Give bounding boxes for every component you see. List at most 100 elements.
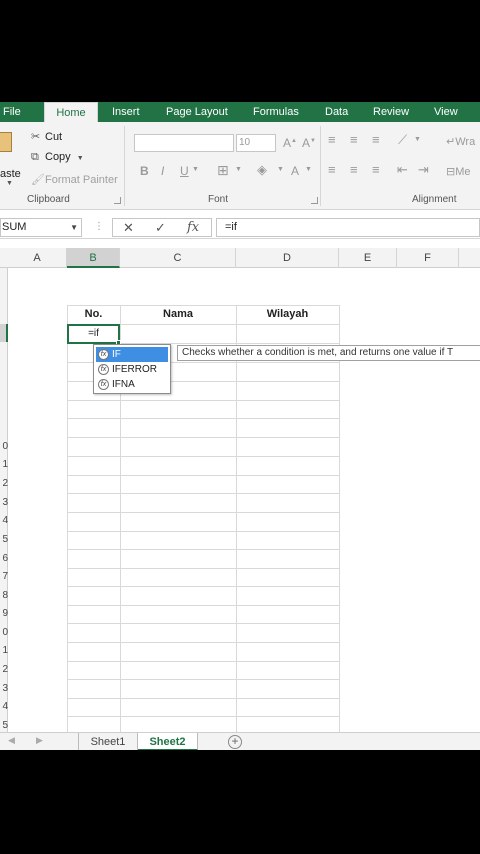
increase-indent-icon[interactable]: ⇥ xyxy=(418,162,429,178)
column-header-c[interactable]: C xyxy=(120,248,236,268)
sheet-tab-sheet2[interactable]: Sheet2 xyxy=(138,733,198,750)
table-header-no[interactable]: No. xyxy=(67,305,120,324)
row-header[interactable]: 6 xyxy=(0,550,8,568)
cut-label: Cut xyxy=(45,131,63,143)
row-header[interactable]: 4 xyxy=(0,512,8,530)
chevron-down-icon[interactable]: ▼ xyxy=(70,219,78,236)
row-header[interactable]: 8 xyxy=(0,587,8,605)
cut-button[interactable]: ✂ Cut xyxy=(31,130,62,143)
cancel-icon[interactable]: ✕ xyxy=(123,219,134,236)
autocomplete-item-label: IF xyxy=(112,349,121,360)
row-header[interactable]: 9 xyxy=(0,605,8,623)
row-header[interactable] xyxy=(0,305,8,323)
gridline xyxy=(236,305,237,734)
column-header-d[interactable]: D xyxy=(236,248,339,268)
font-launcher-icon[interactable] xyxy=(311,197,318,204)
tab-page-layout[interactable]: Page Layout xyxy=(166,102,228,122)
wrap-text-button[interactable]: ↵Wra xyxy=(446,135,475,148)
orientation-icon[interactable]: ⟋ xyxy=(398,132,407,148)
chevron-down-icon[interactable]: ▼ xyxy=(192,166,199,173)
underline-icon[interactable]: U xyxy=(180,164,189,178)
chevron-down-icon[interactable]: ▼ xyxy=(305,166,312,173)
insert-function-icon[interactable]: fx xyxy=(187,219,199,236)
worksheet-grid[interactable]: A B C D E F 0 1 2 3 4 5 6 7 8 9 0 1 2 3 … xyxy=(0,248,480,734)
tab-home[interactable]: Home xyxy=(44,102,98,122)
row-header[interactable]: 4 xyxy=(0,698,8,716)
fill-color-icon[interactable]: ◈ xyxy=(257,162,267,178)
tab-data[interactable]: Data xyxy=(325,102,348,122)
tab-formulas[interactable]: Formulas xyxy=(253,102,299,122)
autocomplete-item-ifna[interactable]: fx IFNA xyxy=(96,377,168,392)
formula-input[interactable]: =if xyxy=(216,218,480,237)
row-header[interactable]: 7 xyxy=(0,568,8,586)
name-box[interactable]: SUM ▼ xyxy=(0,218,82,237)
row-header[interactable]: 3 xyxy=(0,680,8,698)
row-header[interactable] xyxy=(0,400,8,418)
enter-icon[interactable]: ✓ xyxy=(155,219,166,236)
font-color-icon[interactable]: A xyxy=(291,164,299,178)
font-name-select[interactable] xyxy=(134,134,234,152)
row-header[interactable]: 2 xyxy=(0,475,8,493)
decrease-font-icon[interactable]: A▼ xyxy=(302,136,316,150)
column-header-f[interactable]: F xyxy=(397,248,459,268)
copy-label: Copy xyxy=(45,151,71,163)
align-middle-icon[interactable]: ≡ xyxy=(350,132,358,147)
tab-view[interactable]: View xyxy=(434,102,458,122)
decrease-indent-icon[interactable]: ⇤ xyxy=(397,162,408,178)
tab-insert[interactable]: Insert xyxy=(112,102,140,122)
clipboard-icon xyxy=(0,132,12,152)
align-bottom-icon[interactable]: ≡ xyxy=(372,132,380,147)
column-header-e[interactable]: E xyxy=(339,248,397,268)
row-header[interactable] xyxy=(0,286,8,304)
table-header-nama[interactable]: Nama xyxy=(120,305,236,324)
paste-button[interactable]: aste ▼ xyxy=(0,128,24,187)
ribbon-tab-bar: File Home Insert Page Layout Formulas Da… xyxy=(0,102,480,122)
add-sheet-icon[interactable]: + xyxy=(228,735,242,749)
row-header[interactable] xyxy=(0,381,8,399)
chevron-down-icon[interactable]: ▼ xyxy=(235,166,242,173)
sheet-tab-sheet1[interactable]: Sheet1 xyxy=(78,733,138,750)
row-header[interactable] xyxy=(0,362,8,380)
italic-icon[interactable]: I xyxy=(161,164,164,178)
row-header[interactable]: 1 xyxy=(0,456,8,474)
autocomplete-item-label: IFNA xyxy=(112,379,135,390)
chevron-down-icon[interactable]: ▼ xyxy=(277,166,284,173)
column-header-b[interactable]: B xyxy=(67,248,120,268)
chevron-down-icon[interactable]: ▼ xyxy=(414,136,421,143)
merge-button[interactable]: ⊟Me xyxy=(446,165,471,178)
active-cell[interactable]: =if xyxy=(67,324,120,344)
clipboard-launcher-icon[interactable] xyxy=(114,197,121,204)
align-top-icon[interactable]: ≡ xyxy=(328,132,336,147)
row-header[interactable]: 1 xyxy=(0,642,8,660)
column-header-a[interactable]: A xyxy=(8,248,67,268)
autocomplete-item-iferror[interactable]: fx IFERROR xyxy=(96,362,168,377)
row-header-active[interactable] xyxy=(0,324,8,342)
tab-review[interactable]: Review xyxy=(373,102,409,122)
row-header[interactable] xyxy=(0,268,8,286)
row-header[interactable]: 2 xyxy=(0,661,8,679)
borders-icon[interactable]: ⊞ xyxy=(217,162,229,179)
autocomplete-item-if[interactable]: fx IF xyxy=(96,347,168,362)
row-header[interactable] xyxy=(0,419,8,437)
tab-file[interactable]: File xyxy=(3,102,21,122)
sheet-tab-bar: ◀ ▶ Sheet1 Sheet2 + xyxy=(0,732,480,750)
table-header-wilayah[interactable]: Wilayah xyxy=(236,305,339,324)
scroll-left-icon[interactable]: ◀ xyxy=(8,735,15,746)
align-right-icon[interactable]: ≡ xyxy=(372,162,380,177)
row-header[interactable]: 0 xyxy=(0,438,8,456)
chevron-down-icon: ▼ xyxy=(6,180,13,187)
row-header[interactable]: 3 xyxy=(0,494,8,512)
gridline xyxy=(67,400,339,401)
bold-icon[interactable]: B xyxy=(140,164,149,178)
align-center-icon[interactable]: ≡ xyxy=(350,162,358,177)
row-header[interactable] xyxy=(0,343,8,361)
font-size-select[interactable]: 10 xyxy=(236,134,276,152)
scroll-right-icon[interactable]: ▶ xyxy=(36,735,43,746)
row-header[interactable]: 5 xyxy=(0,531,8,549)
copy-button[interactable]: ⧉ Copy ▼ xyxy=(31,151,84,164)
gridline xyxy=(67,493,339,494)
format-painter-button[interactable]: 🖌Format Painter xyxy=(31,173,118,186)
increase-font-icon[interactable]: A▲ xyxy=(283,136,297,150)
row-header[interactable]: 0 xyxy=(0,624,8,642)
align-left-icon[interactable]: ≡ xyxy=(328,162,336,177)
